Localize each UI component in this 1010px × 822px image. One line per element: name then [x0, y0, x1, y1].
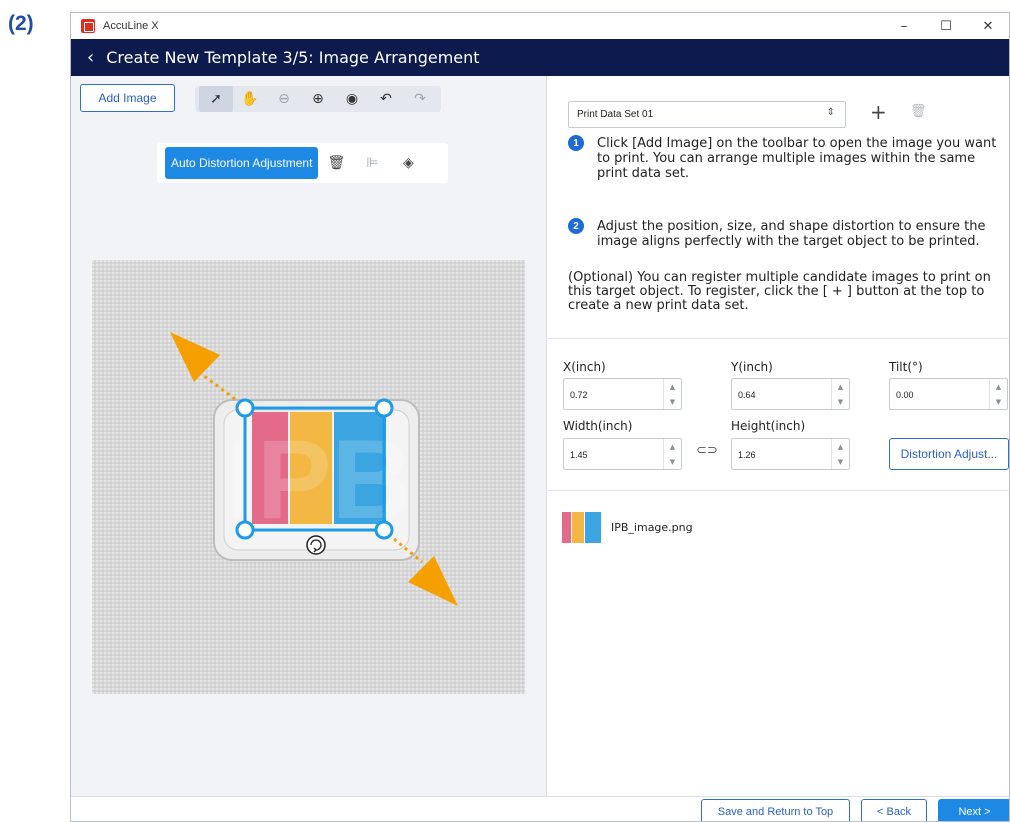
- caret-down-icon[interactable]: ▼: [664, 394, 681, 409]
- layers-icon[interactable]: ◈: [390, 147, 426, 179]
- x-stepper[interactable]: ▲ ▼: [663, 379, 681, 409]
- resize-handle-top-right[interactable]: [374, 398, 394, 418]
- zoom-in-icon[interactable]: ⊕: [301, 86, 335, 112]
- x-field[interactable]: 0.72 ▲ ▼: [563, 378, 682, 410]
- caret-up-icon[interactable]: ▲: [664, 379, 681, 394]
- caret-up-icon[interactable]: ▲: [664, 439, 681, 454]
- y-label: Y(inch): [731, 360, 773, 374]
- trash-icon[interactable]: 🗑: [318, 147, 354, 179]
- align-left-icon[interactable]: ⊫: [354, 147, 390, 179]
- tilt-stepper[interactable]: ▲ ▼: [989, 379, 1007, 409]
- link-icon[interactable]: ⊂⊃: [696, 443, 718, 458]
- editor-toolbar: Add Image ➚ ✋ ⊖ ⊕ ◉ ↶ ↷: [71, 76, 546, 120]
- y-field[interactable]: 0.64 ▲ ▼: [731, 378, 850, 410]
- properties-panel: Print Data Set 01 ⇕ + 🗑 1 Click [Add Ima…: [548, 76, 1009, 796]
- width-label: Width(inch): [563, 419, 633, 433]
- minimize-button[interactable]: –: [883, 13, 925, 39]
- height-field[interactable]: 1.26 ▲ ▼: [731, 438, 850, 470]
- width-field[interactable]: 1.45 ▲ ▼: [563, 438, 682, 470]
- canvas-drawing: IPB: [92, 260, 525, 694]
- x-label: X(inch): [563, 360, 606, 374]
- image-list-item[interactable]: IPB_image.png: [561, 510, 693, 545]
- floating-toolbar: Auto Distortion Adjustment 🗑 ⊫ ◈: [157, 143, 448, 183]
- page-title: Create New Template 3/5: Image Arrangeme…: [106, 48, 480, 67]
- footer-bar: Save and Return to Top < Back Next >: [71, 796, 1009, 821]
- instruction-step-1: 1 Click [Add Image] on the toolbar to op…: [568, 135, 1008, 181]
- save-and-return-button[interactable]: Save and Return to Top: [701, 799, 850, 821]
- title-bar: AccuLine X – ☐ ✕: [71, 13, 1009, 39]
- app-logo-icon: [81, 19, 95, 33]
- width-stepper[interactable]: ▲ ▼: [663, 439, 681, 469]
- plus-icon[interactable]: +: [870, 100, 887, 124]
- print-data-set-value: Print Data Set 01: [577, 109, 654, 120]
- step-number-badge: 1: [568, 135, 584, 151]
- height-stepper[interactable]: ▲ ▼: [831, 439, 849, 469]
- app-title: AccuLine X: [103, 20, 159, 32]
- back-button[interactable]: < Back: [861, 799, 927, 821]
- chevron-updown-icon: ⇕: [826, 107, 835, 118]
- caret-up-icon[interactable]: ▲: [832, 379, 849, 394]
- chevron-left-icon[interactable]: ‹: [87, 47, 94, 68]
- add-image-button[interactable]: Add Image: [80, 84, 175, 112]
- print-data-set-select[interactable]: Print Data Set 01 ⇕: [568, 101, 846, 128]
- step-number-badge: 2: [568, 218, 584, 234]
- instruction-text: Adjust the position, size, and shape dis…: [597, 219, 986, 249]
- image-canvas[interactable]: IPB: [92, 260, 525, 694]
- editor-pane: Add Image ➚ ✋ ⊖ ⊕ ◉ ↶ ↷ Auto Distortion Adjust…: [71, 76, 547, 796]
- image-thumbnail: [562, 512, 601, 543]
- select-arrow-icon[interactable]: ➚: [199, 86, 233, 112]
- y-value: 0.64: [738, 390, 756, 400]
- zoom-out-icon[interactable]: ⊖: [267, 86, 301, 112]
- auto-distortion-button[interactable]: Auto Distortion Adjustment: [165, 147, 319, 179]
- y-stepper[interactable]: ▲ ▼: [831, 379, 849, 409]
- maximize-button[interactable]: ☐: [925, 13, 967, 39]
- next-button[interactable]: Next >: [938, 799, 1009, 821]
- header-bar: ‹ Create New Template 3/5: Image Arrange…: [71, 39, 1009, 76]
- width-value: 1.45: [570, 450, 588, 460]
- caret-down-icon[interactable]: ▼: [832, 394, 849, 409]
- tool-group: ➚ ✋ ⊖ ⊕ ◉ ↶ ↷: [195, 86, 441, 112]
- divider: [548, 338, 1009, 339]
- rotate-handle-icon[interactable]: [306, 535, 326, 555]
- resize-handle-bottom-right[interactable]: [374, 520, 394, 540]
- x-value: 0.72: [570, 390, 588, 400]
- caret-up-icon[interactable]: ▲: [832, 439, 849, 454]
- height-value: 1.26: [738, 450, 756, 460]
- undo-icon[interactable]: ↶: [369, 86, 403, 112]
- hand-pan-icon[interactable]: ✋: [233, 86, 267, 112]
- image-file-name: IPB_image.png: [611, 521, 693, 534]
- divider: [548, 490, 1009, 491]
- instruction-text: Click [Add Image] on the toolbar to open…: [597, 136, 997, 181]
- app-window: AccuLine X – ☐ ✕ ‹ Create New Template 3…: [70, 12, 1010, 822]
- step-label: (2): [8, 12, 34, 35]
- tilt-value: 0.00: [896, 390, 914, 400]
- optional-note: (Optional) You can register multiple can…: [568, 270, 991, 313]
- instruction-step-2: 2 Adjust the position, size, and shape d…: [568, 218, 1008, 249]
- caret-down-icon[interactable]: ▼: [990, 394, 1007, 409]
- resize-handle-bottom-left[interactable]: [235, 520, 255, 540]
- tilt-label: Tilt(°): [889, 360, 923, 374]
- distortion-adjust-button[interactable]: Distortion Adjust...: [889, 438, 1009, 470]
- trash-icon[interactable]: 🗑: [910, 104, 927, 119]
- resize-handle-top-left[interactable]: [235, 398, 255, 418]
- redo-icon[interactable]: ↷: [403, 86, 437, 112]
- caret-down-icon[interactable]: ▼: [664, 454, 681, 469]
- eye-icon[interactable]: ◉: [335, 86, 369, 112]
- window-controls: – ☐ ✕: [883, 13, 1009, 39]
- caret-down-icon[interactable]: ▼: [832, 454, 849, 469]
- tilt-field[interactable]: 0.00 ▲ ▼: [889, 378, 1008, 410]
- height-label: Height(inch): [731, 419, 806, 433]
- caret-up-icon[interactable]: ▲: [990, 379, 1007, 394]
- close-button[interactable]: ✕: [967, 13, 1009, 39]
